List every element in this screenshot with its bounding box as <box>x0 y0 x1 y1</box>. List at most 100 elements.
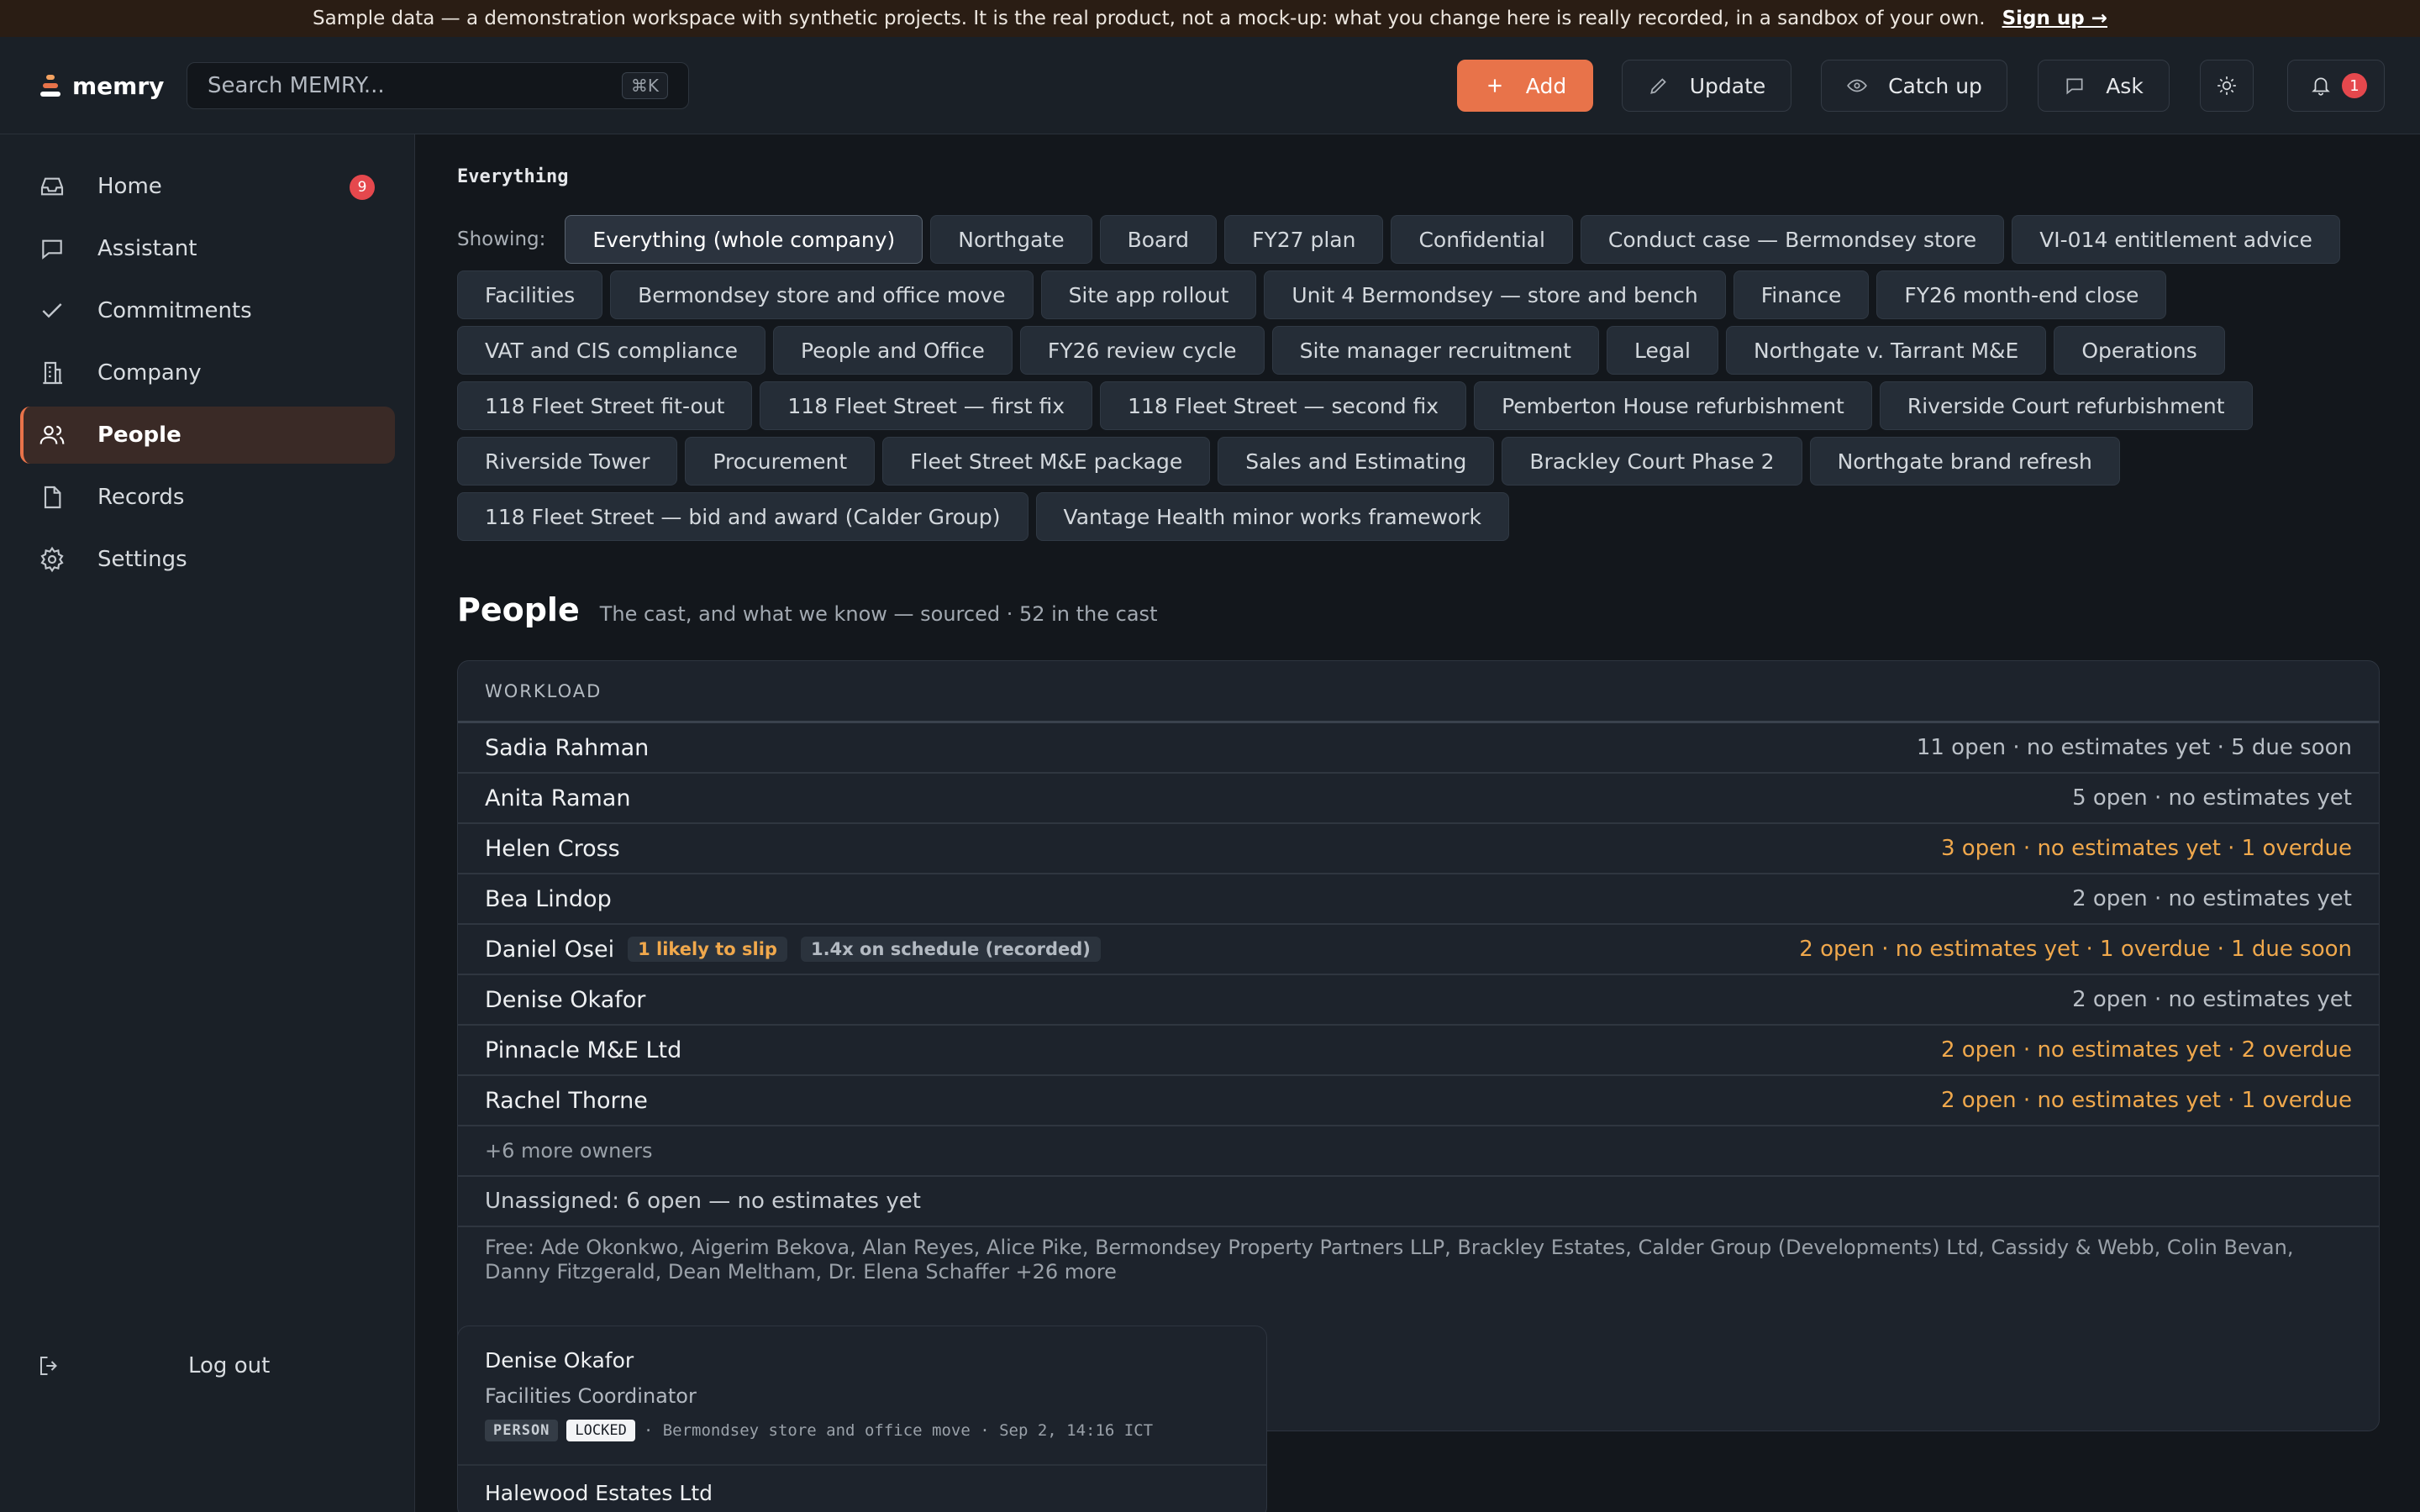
sidebar-item-people[interactable]: People <box>20 407 395 464</box>
sidebar-item-assistant[interactable]: Assistant <box>20 220 395 277</box>
workload-owner: Daniel Osei 1 likely to slip 1.4x on sched… <box>485 937 1101 963</box>
scope-chip[interactable]: Operations <box>2054 326 2225 375</box>
workload-tag: 1.4x on schedule (recorded) <box>800 937 1101 962</box>
scope-chip[interactable]: 118 Fleet Street — bid and award (Calder… <box>457 492 1028 541</box>
person-name: Denise Okafor <box>485 1348 634 1373</box>
owner-name: Sadia Rahman <box>485 734 650 761</box>
search-input[interactable] <box>208 73 622 98</box>
search-box[interactable]: ⌘K <box>187 62 689 109</box>
scope-chip[interactable]: VAT and CIS compliance <box>457 326 765 375</box>
workload-row[interactable]: Bea Lindop 2 open · no estimates yet <box>458 874 2379 925</box>
scope-chip[interactable]: FY26 month-end close <box>1876 270 2167 319</box>
workload-row[interactable]: Helen Cross 3 open · no estimates yet · 1… <box>458 824 2379 874</box>
person-meta-text: · Bermondsey store and office move · Sep… <box>643 1421 1154 1440</box>
scope-chip[interactable]: Vantage Health minor works framework <box>1035 492 1509 541</box>
signup-link[interactable]: Sign up → <box>2002 8 2107 29</box>
scope-title: Everything <box>457 166 569 187</box>
workload-owner: Bea Lindop <box>485 886 612 912</box>
workload-row[interactable]: Sadia Rahman 11 open · no estimates yet ·… <box>458 723 2379 774</box>
scope-chip[interactable]: Conduct case — Bermondsey store <box>1580 215 2005 264</box>
chat-icon <box>2066 78 2083 95</box>
workload-stat: 5 open · no estimates yet <box>2072 785 2352 811</box>
scope-chip[interactable]: Pemberton House refurbishment <box>1474 381 1872 430</box>
workload-row[interactable]: Denise Okafor 2 open · no estimates yet <box>458 975 2379 1026</box>
person-card-next[interactable]: Halewood Estates Ltd <box>458 1466 1266 1512</box>
scope-chip[interactable]: Sales and Estimating <box>1218 437 1495 486</box>
sidebar-item-label: Settings <box>97 547 187 572</box>
sidebar-item-company[interactable]: Company <box>20 344 395 402</box>
sample-data-banner: Sample data — a demonstration workspace … <box>0 0 2420 37</box>
notification-count-badge: 1 <box>2342 73 2367 98</box>
notifications-button[interactable]: 1 <box>2287 60 2385 112</box>
scope-chip[interactable]: Finance <box>1733 270 1870 319</box>
scope-chip[interactable]: Site manager recruitment <box>1271 326 1599 375</box>
scope-chip[interactable]: Unit 4 Bermondsey — store and bench <box>1264 270 1726 319</box>
ask-button[interactable]: Ask <box>2038 60 2170 112</box>
add-button[interactable]: Add <box>1457 60 1593 112</box>
scope-chip[interactable]: People and Office <box>772 326 1013 375</box>
person-meta: PERSON LOCKED · Bermondsey store and off… <box>485 1420 1239 1441</box>
workload-row[interactable]: Daniel Osei 1 likely to slip 1.4x on sched… <box>458 925 2379 975</box>
scope-chip[interactable]: Northgate <box>930 215 1092 264</box>
more-owners-link[interactable]: +6 more owners <box>458 1126 2379 1177</box>
scope-chip[interactable]: Fleet Street M&E package <box>882 437 1211 486</box>
scope-chip[interactable]: Procurement <box>685 437 876 486</box>
workload-tag: 1 likely to slip <box>628 937 787 962</box>
workload-stat: 2 open · no estimates yet <box>2072 886 2352 911</box>
logo-icon <box>40 75 60 97</box>
workload-panel: WORKLOAD Sadia Rahman 11 open · no estima… <box>457 660 2380 1431</box>
scope-chip[interactable]: Northgate brand refresh <box>1809 437 2120 486</box>
scope-chip[interactable]: FY27 plan <box>1224 215 1384 264</box>
owner-name: Daniel Osei <box>485 936 615 963</box>
unassigned-summary: Unassigned: 6 open — no estimates yet <box>458 1177 2379 1227</box>
workload-row[interactable]: Pinnacle M&E Ltd 2 open · no estimates ye… <box>458 1026 2379 1076</box>
sidebar-item-home[interactable]: Home 9 <box>20 158 395 215</box>
catch-up-button[interactable]: Catch up <box>1821 60 2007 112</box>
inbox-icon <box>40 177 64 196</box>
sidebar-item-commitments[interactable]: Commitments <box>20 282 395 339</box>
file-icon <box>44 486 61 509</box>
building-icon <box>43 361 62 385</box>
owner-name: Helen Cross <box>485 835 620 862</box>
workload-stat: 11 open · no estimates yet · 5 due soon <box>1916 735 2352 760</box>
sun-icon <box>2217 76 2236 95</box>
banner-text: Sample data — a demonstration workspace … <box>313 8 1986 29</box>
scope-chip[interactable]: Legal <box>1606 326 1718 375</box>
brand-logo[interactable]: memry <box>40 66 164 106</box>
person-card[interactable]: Denise Okafor Facilities Coordinator PER… <box>458 1326 1266 1466</box>
scope-chip[interactable]: Riverside Tower <box>457 437 678 486</box>
scope-chip[interactable]: FY26 review cycle <box>1019 326 1265 375</box>
sidebar: Home 9 Assistant Commitments Company Peo… <box>0 134 415 1512</box>
scope-chip[interactable]: 118 Fleet Street — second fix <box>1100 381 1467 430</box>
scope-chip[interactable]: Bermondsey store and office move <box>610 270 1034 319</box>
owner-name: Bea Lindop <box>485 885 612 912</box>
scope-chip[interactable]: VI-014 entitlement advice <box>2012 215 2340 264</box>
workload-row[interactable]: Rachel Thorne 2 open · no estimates yet ·… <box>458 1076 2379 1126</box>
scope-chip[interactable]: Riverside Court refurbishment <box>1879 381 2253 430</box>
theme-toggle-button[interactable] <box>2200 60 2254 112</box>
sidebar-item-settings[interactable]: Settings <box>20 531 395 588</box>
catch-up-label: Catch up <box>1888 73 1982 98</box>
pencil-icon <box>1649 78 1666 94</box>
home-badge: 9 <box>350 175 375 200</box>
search-shortcut: ⌘K <box>621 72 668 99</box>
scope-chip[interactable]: 118 Fleet Street fit-out <box>457 381 753 430</box>
scope-chip[interactable]: Facilities <box>457 270 603 319</box>
scope-chip[interactable]: Confidential <box>1391 215 1573 264</box>
logout-icon <box>40 1357 57 1375</box>
sidebar-item-label: Home <box>97 174 162 199</box>
sidebar-item-records[interactable]: Records <box>20 469 395 526</box>
scope-chip[interactable]: Everything (whole company) <box>565 215 923 264</box>
logout-button[interactable]: Log out <box>37 1347 381 1384</box>
top-bar: memry ⌘K Add Update Catch up Ask 1 <box>0 37 2420 134</box>
scope-chip[interactable]: Brackley Court Phase 2 <box>1502 437 1802 486</box>
gear-icon <box>40 546 64 573</box>
scope-chip[interactable]: Board <box>1099 215 1218 264</box>
update-button[interactable]: Update <box>1622 60 1791 112</box>
locked-pill: LOCKED <box>566 1420 635 1441</box>
scope-chip[interactable]: Site app rollout <box>1040 270 1257 319</box>
scope-chip[interactable]: Northgate v. Tarrant M&E <box>1725 326 2047 375</box>
scope-chip[interactable]: 118 Fleet Street — first fix <box>760 381 1093 430</box>
workload-row[interactable]: Anita Raman 5 open · no estimates yet <box>458 774 2379 824</box>
sidebar-item-label: Commitments <box>97 298 252 323</box>
